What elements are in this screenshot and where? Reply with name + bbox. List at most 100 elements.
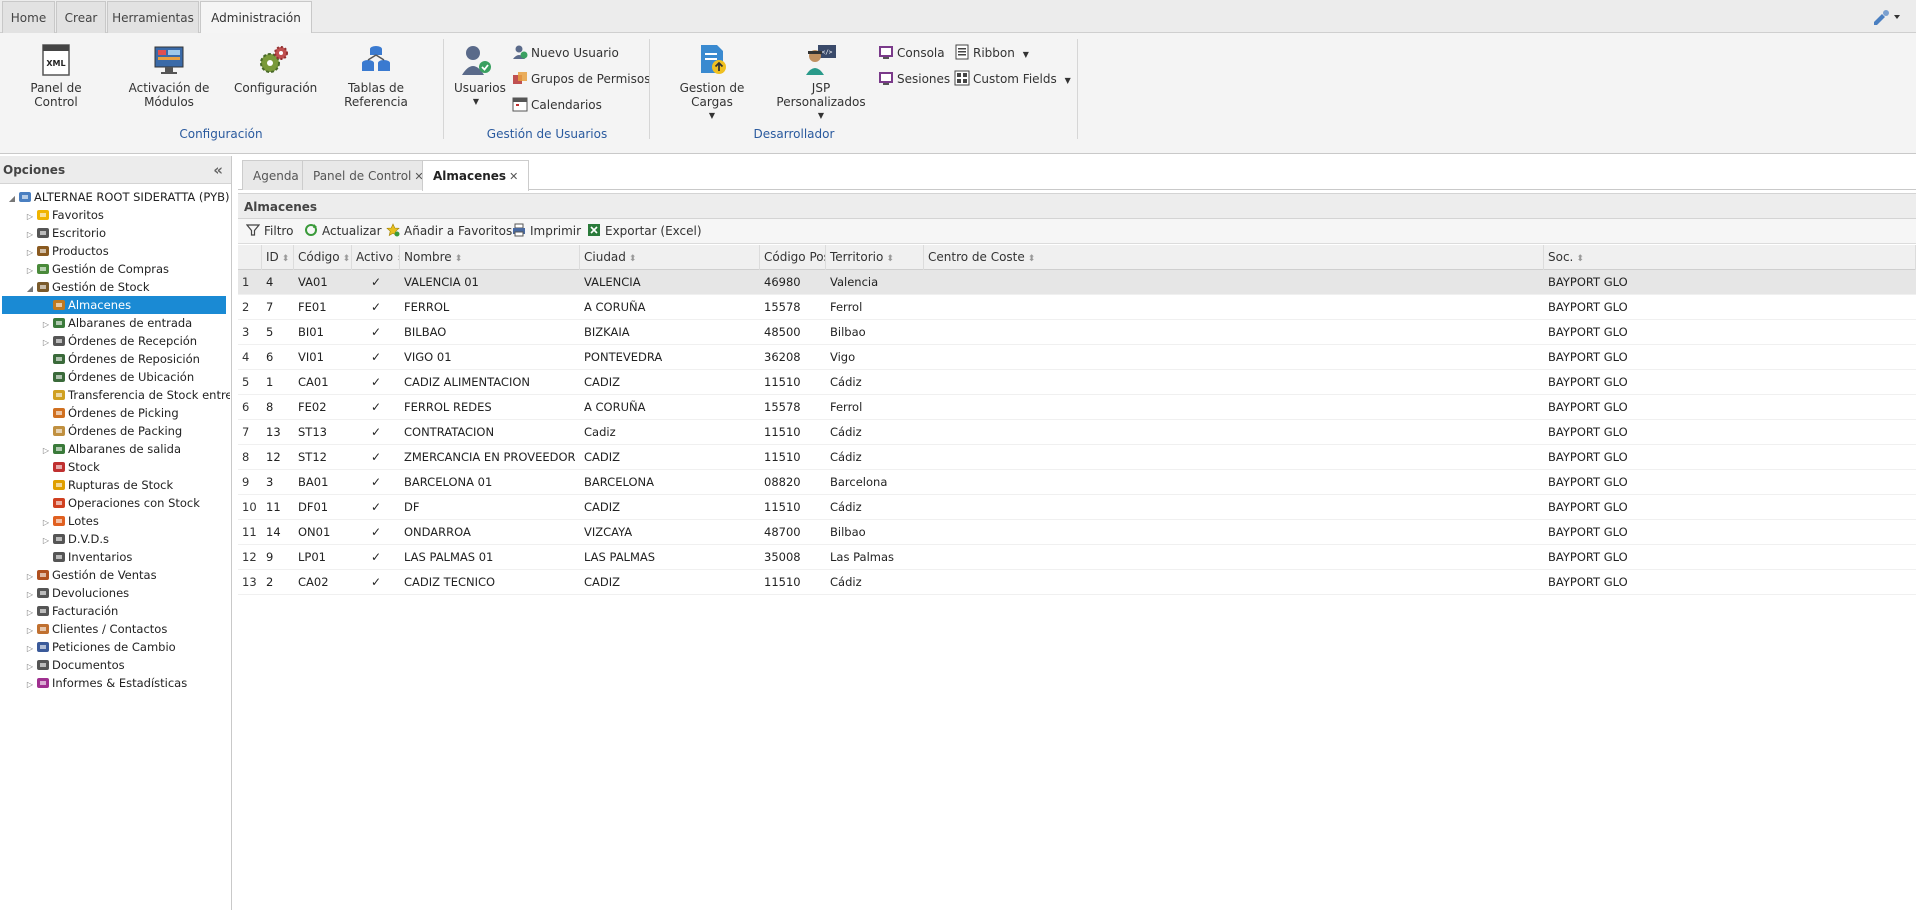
table-row[interactable]: 8 12 ST12 ✓ ZMERCANCIA EN PROVEEDOR CADIZ 1151… [238,445,1916,470]
sort-icon[interactable]: ⬍ [1576,254,1584,264]
custom-fields-button[interactable]: Custom Fields ▼ [954,69,1071,89]
expand-icon[interactable]: ▷ [40,442,52,458]
sort-icon[interactable]: ⬍ [1028,254,1036,264]
tree-item[interactable]: ▷ Lotes [40,512,230,530]
expand-icon[interactable]: ▷ [40,334,52,350]
tree-item[interactable]: ▷ Órdenes de Recepción [40,332,230,350]
expand-icon[interactable]: ▷ [24,640,36,656]
export-excel-button[interactable]: Exportar (Excel) [587,219,702,244]
tree-item[interactable]: Órdenes de Ubicación [40,368,230,386]
tablas-de-referencia-button[interactable]: Tablas de Referencia [318,43,434,109]
sort-icon[interactable]: ⬍ [629,254,637,264]
tree-item[interactable]: Stock [40,458,230,476]
column-header-territorio[interactable]: Territorio ⬍ [826,245,924,270]
tree-item[interactable]: ◢ Gestión de Stock [24,278,230,296]
column-header-ciudad[interactable]: Ciudad ⬍ [580,245,760,270]
calendarios-button[interactable]: Calendarios [512,95,602,115]
tree-item[interactable]: ▷ Albaranes de entrada [40,314,230,332]
tree-item[interactable]: ▷ Gestión de Compras [24,260,230,278]
tree-item[interactable]: ▷ Documentos [24,656,230,674]
sort-icon[interactable]: ⬍ [282,254,290,264]
tree-item[interactable]: ▷ Devoluciones [24,584,230,602]
tree-item[interactable]: Rupturas de Stock [40,476,230,494]
column-header-codigo-postal[interactable]: Código Postal⬍ [760,245,826,270]
table-row[interactable]: 5 1 CA01 ✓ CADIZ ALIMENTACION CADIZ 11510 Cádiz… [238,370,1916,395]
table-row[interactable]: 3 5 BI01 ✓ BILBAO BIZKAIA 48500 Bilbao BAYPORT G… [238,320,1916,345]
tree-item[interactable]: Órdenes de Picking [40,404,230,422]
table-row[interactable]: 1 4 VA01 ✓ VALENCIA 01 VALENCIA 46980 Valencia B… [238,270,1916,295]
table-row[interactable]: 12 9 LP01 ✓ LAS PALMAS 01 LAS PALMAS 35008 Las … [238,545,1916,570]
expand-icon[interactable]: ▷ [24,622,36,638]
grupos-de-permisos-button[interactable]: Grupos de Permisos [512,69,650,89]
tab-administracion[interactable]: Administración [200,1,312,34]
nuevo-usuario-button[interactable]: Nuevo Usuario [512,43,619,63]
tree-item[interactable]: ▷ Albaranes de salida [40,440,230,458]
expand-icon[interactable]: ▷ [24,262,36,278]
column-header-centro-de-coste[interactable]: Centro de Coste ⬍ [924,245,1544,270]
table-row[interactable]: 6 8 FE02 ✓ FERROL REDES A CORUÑA 15578 Ferrol BA… [238,395,1916,420]
expand-icon[interactable]: ▷ [24,208,36,224]
tree-item[interactable]: ▷ Clientes / Contactos [24,620,230,638]
tab-home[interactable]: Home [2,1,55,33]
tree-item[interactable]: ◢ ALTERNAE ROOT SIDERATTA (PYB) [6,188,230,206]
expand-icon[interactable]: ▷ [24,658,36,674]
tree-item[interactable]: ▷ Peticiones de Cambio [24,638,230,656]
tree-item[interactable]: ▷ Favoritos [24,206,230,224]
table-row[interactable]: 2 7 FE01 ✓ FERROL A CORUÑA 15578 Ferrol BAYPORT … [238,295,1916,320]
sort-icon[interactable]: ⬍ [455,254,463,264]
table-row[interactable]: 10 11 DF01 ✓ DF CADIZ 11510 Cádiz BAYPORT GLO [238,495,1916,520]
expand-icon[interactable]: ▷ [24,676,36,692]
tree-item[interactable]: ▷ Informes & Estadísticas [24,674,230,692]
tree-item[interactable]: Transferencia de Stock entre Almacenes [40,386,230,404]
collapse-panel-icon[interactable]: « [213,156,223,184]
column-header-codigo[interactable]: Código ⬍ [294,245,352,270]
usuarios-button[interactable]: Usuarios ▼ [454,43,506,106]
expand-icon[interactable]: ▷ [24,244,36,260]
tree-item[interactable]: ▷ Facturación [24,602,230,620]
tree-item[interactable]: Órdenes de Reposición [40,350,230,368]
expand-icon[interactable]: ▷ [24,568,36,584]
tab-crear[interactable]: Crear [56,1,106,33]
table-row[interactable]: 7 13 ST13 ✓ CONTRATACION Cadiz 11510 Cádiz BAYPO… [238,420,1916,445]
tree-item[interactable]: ▷ Productos [24,242,230,260]
tree-item[interactable]: ▷ Gestión de Ventas [24,566,230,584]
refresh-button[interactable]: Actualizar [304,219,382,244]
tree-item[interactable]: ▷ Escritorio [24,224,230,242]
configuracion-button[interactable]: Configuración [234,43,317,95]
table-row[interactable]: 4 6 VI01 ✓ VIGO 01 PONTEVEDRA 36208 Vigo BAYPORT… [238,345,1916,370]
tree-item[interactable]: Órdenes de Packing [40,422,230,440]
expand-icon[interactable]: ▷ [40,532,52,548]
add-favorite-button[interactable]: Añadir a Favoritos [386,219,512,244]
user-menu[interactable] [1870,8,1904,26]
sort-icon[interactable]: ⬍ [343,254,351,264]
ribbon-button[interactable]: Ribbon ▼ [954,43,1029,63]
column-header-nombre[interactable]: Nombre ⬍ [400,245,580,270]
tab-almacenes[interactable]: Almacenes ✕ [422,160,530,191]
jsp-personalizados-button[interactable]: </> JSP Personalizados ▼ [768,43,874,120]
tree-item[interactable]: Inventarios [40,548,230,566]
sort-icon[interactable]: ⬍ [886,254,894,264]
panel-de-control-button[interactable]: XML Panel de Control [8,43,104,109]
expand-icon[interactable]: ▷ [40,316,52,332]
tab-agenda[interactable]: Agenda [242,160,310,190]
tree-item[interactable]: ▷ D.V.D.s [40,530,230,548]
expand-icon[interactable]: ▷ [40,514,52,530]
table-row[interactable]: 11 14 ON01 ✓ ONDARROA VIZCAYA 48700 Bilbao BAYPO… [238,520,1916,545]
close-icon[interactable]: ✕ [509,170,518,183]
sesiones-button[interactable]: Sesiones [878,69,950,89]
collapse-icon[interactable]: ◢ [6,190,18,206]
expand-icon[interactable]: ▷ [24,586,36,602]
table-row[interactable]: 13 2 CA02 ✓ CADIZ TECNICO CADIZ 11510 Cádiz BAYP… [238,570,1916,595]
print-button[interactable]: Imprimir [512,219,581,244]
activacion-modulos-button[interactable]: Activación de Módulos [108,43,230,109]
tree-item[interactable]: Almacenes [2,296,226,314]
tree-item[interactable]: Operaciones con Stock [40,494,230,512]
expand-icon[interactable]: ▷ [24,226,36,242]
column-header-sociedad[interactable]: Soc. ⬍ [1544,245,1916,270]
column-header-activo[interactable]: Activo⬍ [352,245,400,270]
expand-icon[interactable]: ▷ [24,604,36,620]
tab-herramientas[interactable]: Herramientas [107,1,199,33]
gestion-de-cargas-button[interactable]: Gestion de Cargas ▼ [660,43,764,120]
tab-panel-de-control[interactable]: Panel de Control ✕ [302,160,435,190]
table-row[interactable]: 9 3 BA01 ✓ BARCELONA 01 BARCELONA 08820 Barcelo… [238,470,1916,495]
